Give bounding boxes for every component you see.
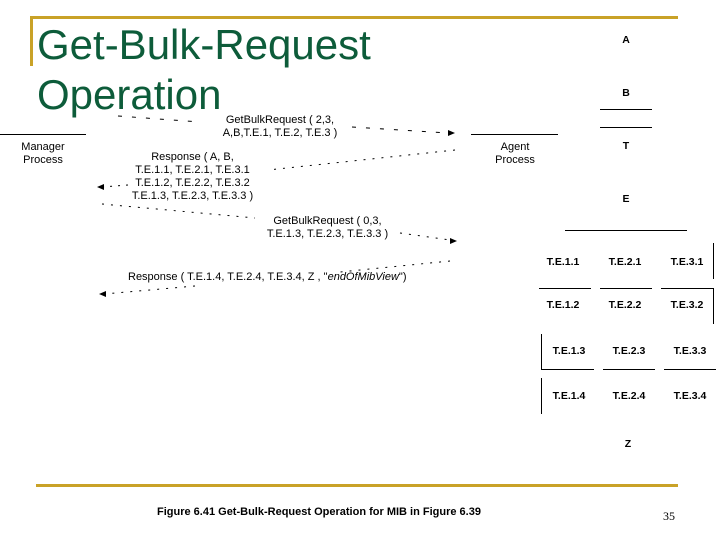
mib-bracket [541,334,542,370]
mib-scalar-z: Z [624,438,632,450]
mib-bracket [713,243,714,279]
mib-scalar-b: B [622,87,630,99]
mib-bracket [713,288,714,324]
mib-row-line [600,288,652,289]
mib-cell: T.E.2.1 [608,256,642,268]
mib-entry-e: E [622,193,630,205]
mib-cell: T.E.3.1 [670,256,704,268]
arrow-4-line-b [103,285,196,295]
mib-cell: T.E.3.3 [673,345,707,357]
arrow-4-head [99,291,106,297]
mib-cell: T.E.1.4 [552,390,586,402]
mib-entry-line [565,230,687,231]
mib-divider-2 [600,127,652,128]
arrow-1-line-b [351,126,449,134]
mib-row-line [539,288,591,289]
mib-cell: T.E.1.3 [552,345,586,357]
mib-divider-1 [600,109,652,110]
mib-row-line [541,369,594,370]
mib-cell: T.E.1.1 [546,256,580,268]
arrow-2-line-a [267,149,456,171]
mib-cell: T.E.1.2 [546,299,580,311]
arrow-3-line-b [399,232,451,241]
mib-bracket [541,378,542,414]
arrow-4-line-a [339,260,451,273]
mib-scalar-a: A [622,34,630,46]
footer-rule [36,484,678,487]
arrow-2-line-b [101,184,129,188]
mib-row-line [664,369,716,370]
mib-cell: T.E.2.2 [608,299,642,311]
mib-cell: T.E.2.3 [612,345,646,357]
mib-cell: T.E.3.4 [673,390,707,402]
figure-caption: Figure 6.41 Get-Bulk-Request Operation f… [157,506,481,518]
arrow-2-head [97,184,104,190]
mib-table-t: T [622,140,630,152]
arrow-3-line-a [101,203,256,219]
page-number: 35 [663,509,675,523]
mib-cell: T.E.2.4 [612,390,646,402]
arrow-1-head [448,130,455,136]
arrow-3-head [450,238,457,244]
mib-cell: T.E.3.2 [670,299,704,311]
arrow-1-line [117,115,201,123]
mib-row-line [603,369,655,370]
mib-row-line [661,288,714,289]
message-arrows [97,115,457,297]
